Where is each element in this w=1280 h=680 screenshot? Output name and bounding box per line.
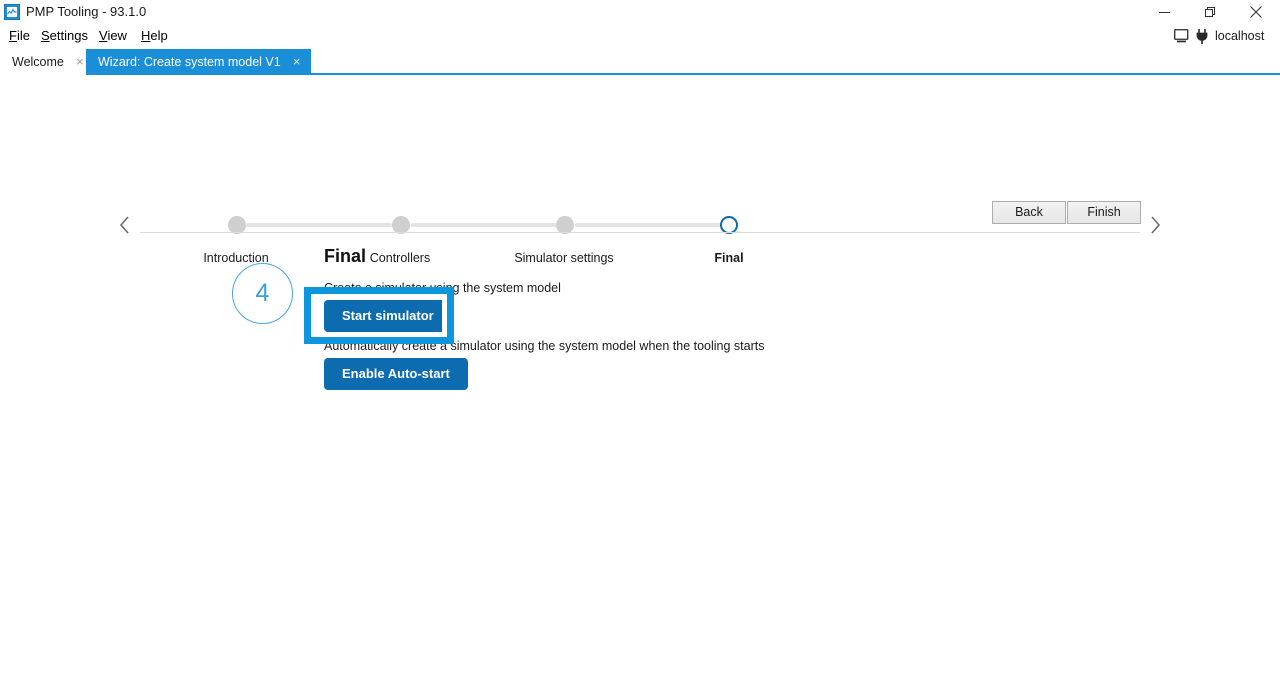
connection-status: localhost [1174,26,1264,46]
stepper-prev-button[interactable] [112,212,138,238]
minimize-icon [1158,7,1170,18]
monitor-icon[interactable] [1174,29,1189,43]
wizard-stepper: Introduction Controllers Simulator setti… [0,100,1280,265]
stepper-track-1 [246,223,392,227]
chart-app-icon [4,4,20,20]
tab-wizard-create-system-model[interactable]: Wizard: Create system model V1 × [86,49,311,75]
application-window: PMP Tooling - 93.1.0 File Settings View … [0,0,1280,680]
tab-welcome-label: Welcome [12,55,64,69]
content-divider [140,232,1140,233]
menu-bar: File Settings View Help [0,24,1280,48]
plug-icon[interactable] [1195,28,1209,44]
menu-settings-mnemonic: S [41,28,50,43]
menu-view-rest: iew [107,28,127,43]
tab-bar: Welcome × Wizard: Create system model V1… [0,49,1280,75]
menu-item-view[interactable]: View [99,24,127,48]
minimize-button[interactable] [1141,0,1187,24]
menu-help-mnemonic: H [141,28,151,43]
tab-welcome-close-icon[interactable]: × [74,49,86,75]
stepper-track-3 [575,223,721,227]
menu-file-rest: ile [16,28,30,43]
start-simulator-description: Create a simulator using the system mode… [324,281,561,295]
window-title: PMP Tooling - 93.1.0 [26,4,147,19]
wizard-action-bar: Back Finish [992,201,1141,224]
menu-item-file[interactable]: File [9,24,30,48]
enable-auto-start-button[interactable]: Enable Auto-start [324,358,468,390]
step-number-badge: 4 [232,263,293,324]
auto-start-description: Automatically create a simulator using t… [324,339,765,353]
stepper-next-button[interactable] [1142,212,1168,238]
menu-file-mnemonic: F [9,28,17,43]
start-simulator-button[interactable]: Start simulator [324,300,452,332]
close-icon [1250,6,1262,18]
menu-settings-rest: ettings [49,28,88,43]
close-button[interactable] [1233,0,1279,24]
tab-welcome[interactable]: Welcome × [0,49,94,75]
tab-wizard-label: Wizard: Create system model V1 [98,55,281,69]
title-bar: PMP Tooling - 93.1.0 [0,0,1280,24]
finish-button[interactable]: Finish [1067,201,1141,224]
chevron-left-icon [118,215,132,235]
menu-item-settings[interactable]: Settings [41,24,88,48]
final-step-panel: 4 Final Create a simulator using the sys… [0,243,1280,423]
maximize-button[interactable] [1187,0,1233,24]
back-button[interactable]: Back [992,201,1066,224]
menu-help-rest: elp [150,28,168,43]
chevron-right-icon [1148,215,1162,235]
stepper-track-2 [411,223,557,227]
page-title: Final [324,246,367,266]
restore-icon [1204,6,1216,18]
tab-wizard-close-icon[interactable]: × [291,49,303,75]
menu-item-help[interactable]: Help [141,24,168,48]
status-hostname: localhost [1215,29,1265,43]
